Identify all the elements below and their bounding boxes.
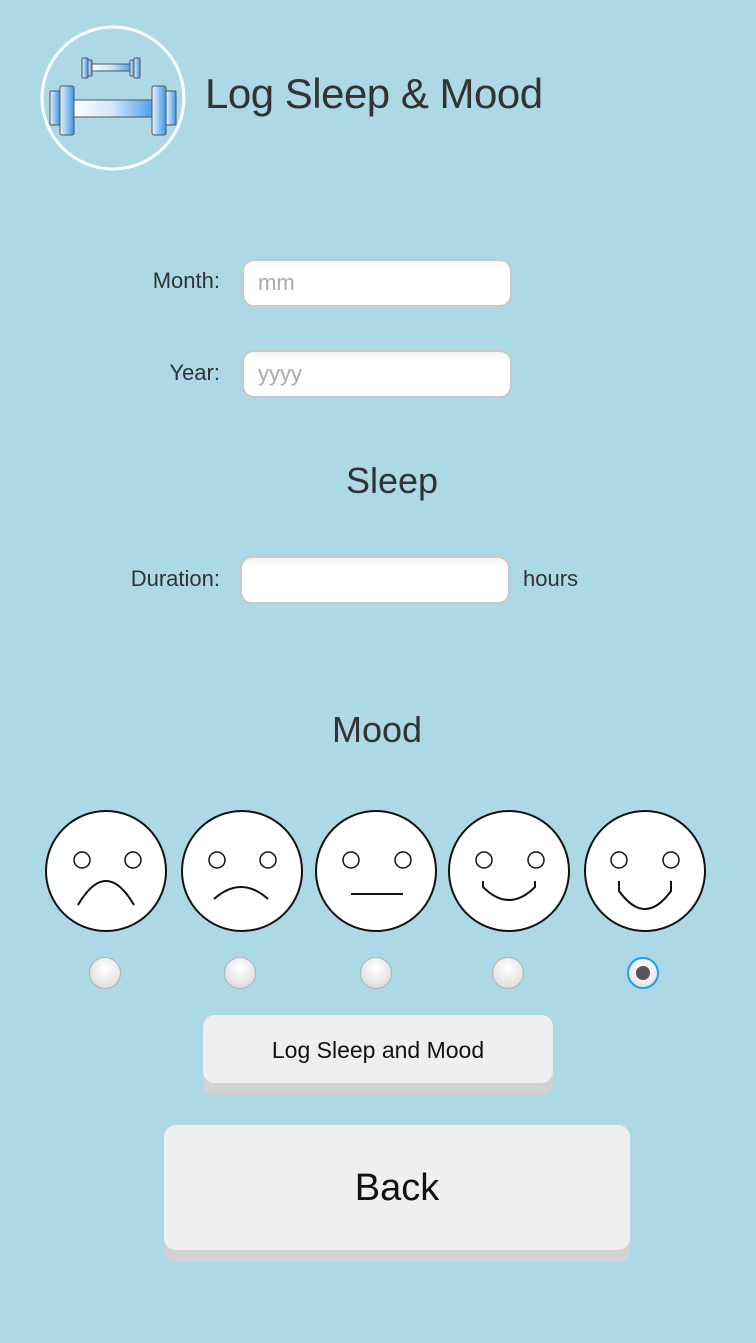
mood-radio-2[interactable] xyxy=(224,957,256,989)
duration-label: Duration: xyxy=(130,566,220,591)
mood-heading: Mood xyxy=(331,709,423,750)
back-button[interactable]: Back xyxy=(164,1125,630,1250)
sleep-heading: Sleep xyxy=(345,460,439,501)
year-input[interactable] xyxy=(242,350,512,398)
dumbbell-icon xyxy=(40,25,186,171)
log-sleep-mood-button[interactable]: Log Sleep and Mood xyxy=(203,1015,553,1083)
mood-radio-3[interactable] xyxy=(360,957,392,989)
neutral-face-icon xyxy=(315,810,437,932)
very-sad-face-icon xyxy=(45,810,167,932)
year-label: Year: xyxy=(169,360,220,385)
duration-input[interactable] xyxy=(240,556,510,604)
mood-radio-5[interactable] xyxy=(627,957,659,989)
mood-radio-1[interactable] xyxy=(89,957,121,989)
sad-face-icon xyxy=(181,810,303,932)
page-title: Log Sleep & Mood xyxy=(205,70,543,117)
duration-unit-label: hours xyxy=(523,566,579,591)
radio-selected-dot xyxy=(636,966,650,980)
month-label: Month: xyxy=(152,268,220,293)
very-happy-face-icon xyxy=(584,810,706,932)
month-input[interactable] xyxy=(242,259,512,307)
happy-face-icon xyxy=(448,810,570,932)
mood-radio-4[interactable] xyxy=(492,957,524,989)
